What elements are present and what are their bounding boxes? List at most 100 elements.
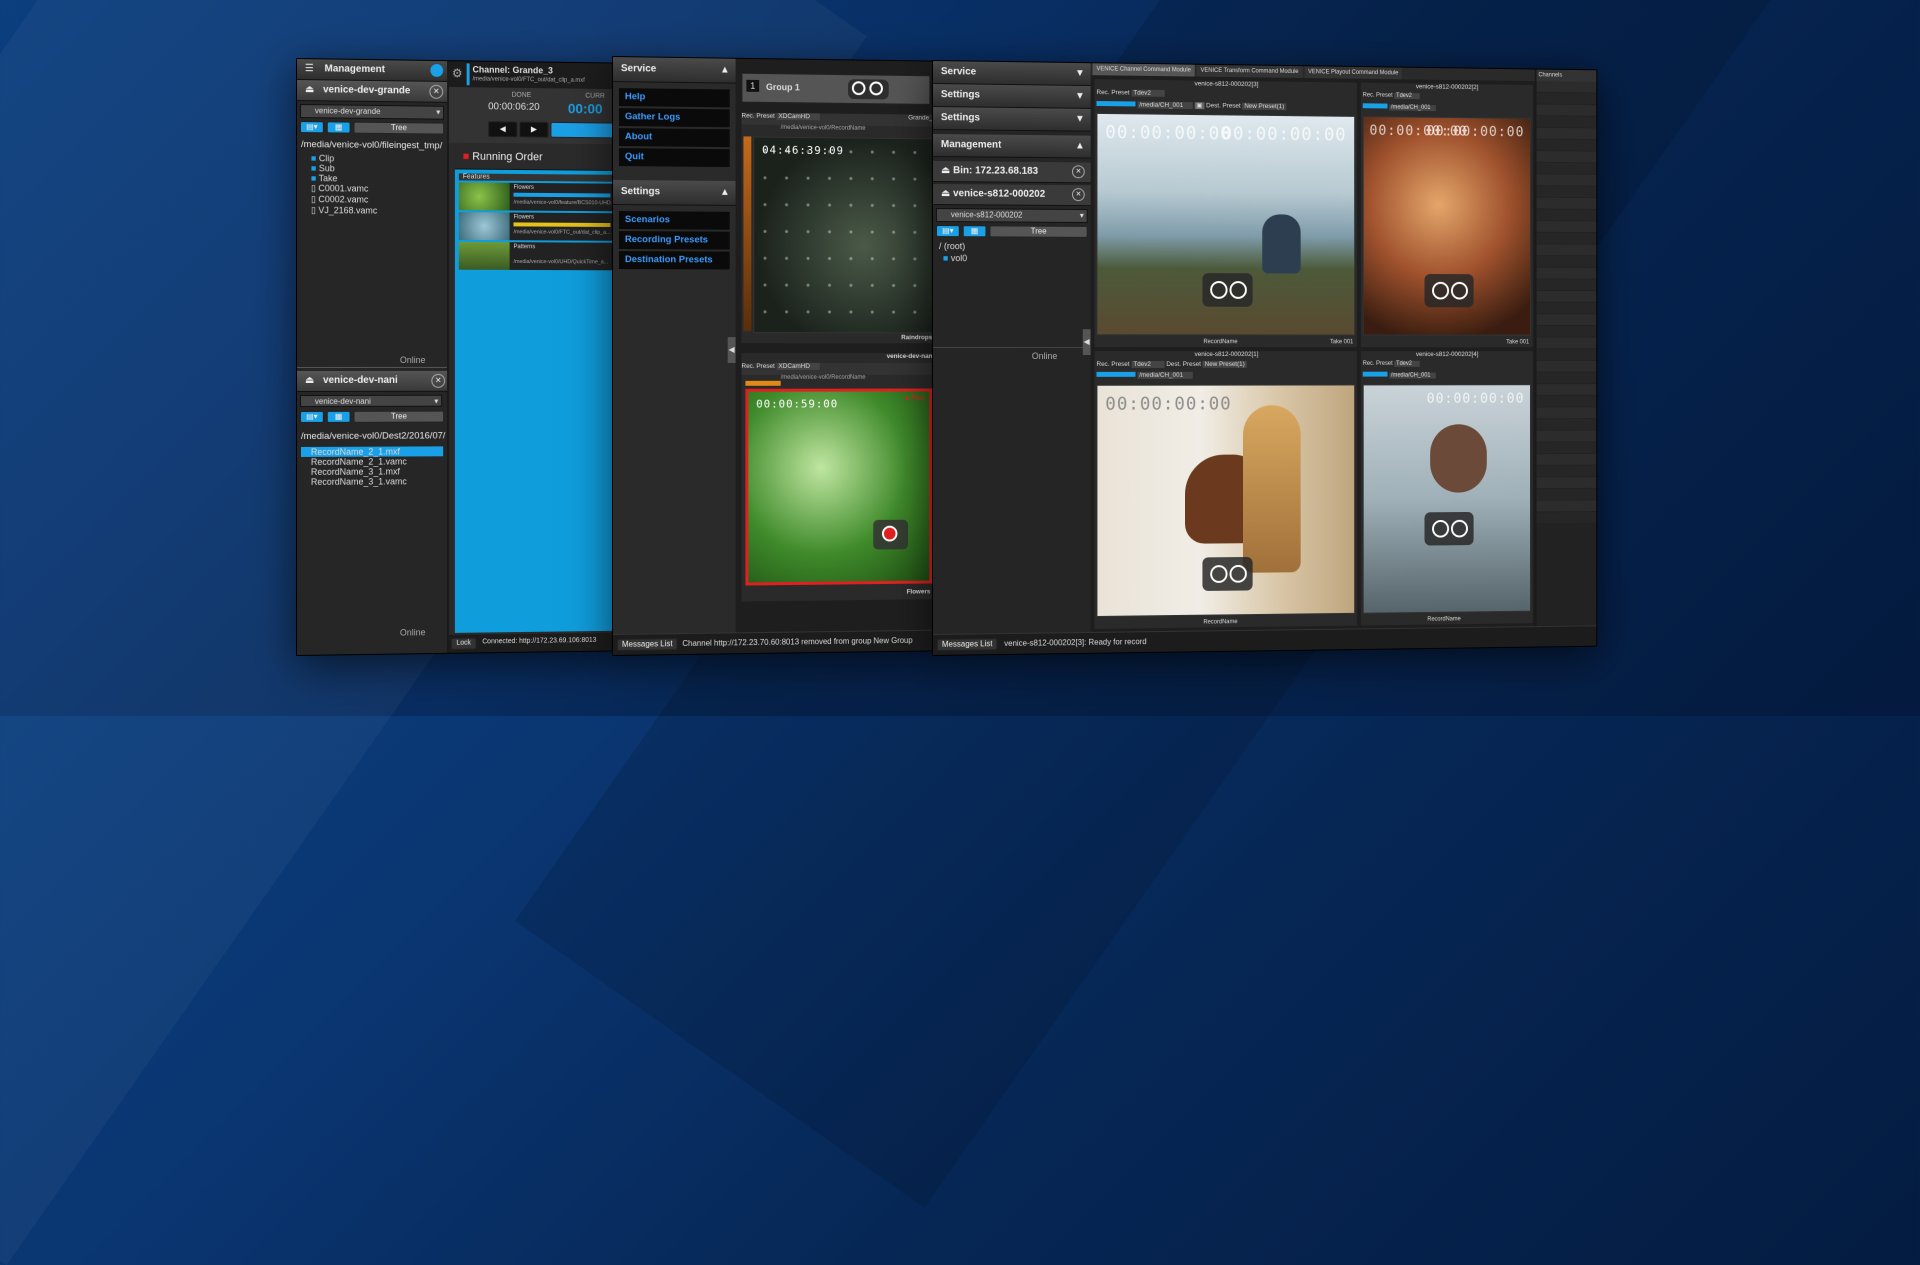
bin-select[interactable]: venice-s812-000202 ▾ [936,208,1088,223]
step-back-button[interactable]: ◀ [488,121,517,137]
bin-host-header[interactable]: ⏏ venice-s812-000202 ✕ [933,184,1091,206]
view-list-button[interactable]: ▤▾ [300,411,324,423]
tree-root[interactable]: / (root) [939,241,1085,252]
channel-row[interactable] [1537,442,1597,454]
menu-help[interactable]: Help [619,88,730,107]
monitor-toggle-icon[interactable] [1424,512,1473,546]
list-item[interactable]: ▯ VJ_2168.vamc [311,205,447,217]
channel-row[interactable] [1537,151,1597,163]
channel-row[interactable] [1537,116,1597,128]
channel-row[interactable] [1537,244,1597,256]
settings-header-2[interactable]: Settings ▼ [933,107,1091,132]
channel-row[interactable] [1537,314,1597,326]
channel-row[interactable] [1537,174,1597,186]
channel-row[interactable] [1537,93,1597,105]
channel-row[interactable] [1537,384,1597,396]
play-button[interactable]: ▶ [519,122,548,138]
tree-button[interactable]: Tree [989,225,1087,238]
service-header[interactable]: Service ▼ [933,61,1091,86]
management-header[interactable]: ☰ Management [297,59,447,82]
channel-row[interactable] [1537,500,1597,512]
channel-row[interactable] [1537,396,1597,408]
channel-row[interactable] [1537,104,1597,116]
view-list-button[interactable]: ▤▾ [300,121,324,133]
tab-transform-command[interactable]: VENICE Transform Command Module [1197,65,1303,78]
menu-scenarios[interactable]: Scenarios [619,211,730,230]
folder-icon[interactable]: ▣ [1195,102,1205,109]
menu-recording-presets[interactable]: Recording Presets [619,231,730,250]
menu-about[interactable]: About [619,128,730,147]
close-icon[interactable]: ✕ [1072,188,1085,201]
channel-row[interactable] [1537,338,1597,350]
view-grid-button[interactable]: ▦ [327,411,351,423]
management-header[interactable]: Management ▲ [933,134,1091,158]
action-button[interactable] [550,122,620,139]
tab-playout-command[interactable]: VENICE Playout Command Module [1304,66,1402,79]
record-button[interactable] [873,520,908,550]
close-icon[interactable]: ✕ [429,85,443,99]
channel-row[interactable] [1537,291,1597,303]
bin2-header[interactable]: ⏏ venice-dev-nani ✕ [297,371,447,392]
channel-row[interactable] [1537,198,1597,210]
channel-row[interactable] [1537,303,1597,315]
close-icon[interactable]: ✕ [1072,165,1085,178]
channel-row[interactable] [1537,279,1597,291]
refresh-icon[interactable] [430,64,443,77]
channel-row[interactable] [1537,431,1597,443]
channel-row[interactable] [1537,349,1597,361]
menu-quit[interactable]: Quit [619,148,730,167]
channel-row[interactable] [1537,512,1597,524]
settings-header[interactable]: Settings ▼ [933,84,1091,109]
messages-list-button[interactable]: Messages List [617,638,678,651]
collapse-handle[interactable]: ◀ [1083,329,1091,355]
tab-channel-command[interactable]: VENICE Channel Command Module [1093,63,1195,76]
channel-row[interactable] [1537,419,1597,431]
ro-item[interactable]: Patterns /media/venice-vol0/UHD/QuickTim… [459,242,616,270]
list-item-selected[interactable]: RecordName_2_1.mxf [301,446,443,457]
channel-row[interactable] [1537,489,1597,501]
channel-row[interactable] [1537,128,1597,140]
ro-item[interactable]: Flowers /media/venice-vol0/feature/BCS01… [459,182,616,211]
menu-destination-presets[interactable]: Destination Presets [619,251,730,269]
channel-row[interactable] [1537,477,1597,489]
monitor-toggle-icon[interactable] [1424,274,1473,307]
monitor-toggle-icon[interactable] [1202,273,1252,307]
channel-row[interactable] [1537,233,1597,245]
channel-row[interactable] [1537,326,1597,338]
gear-icon[interactable]: ⚙ [452,66,463,80]
tree-button[interactable]: Tree [354,411,445,423]
ro-item[interactable]: Flowers /media/venice-vol0/FTC_out/dat_c… [459,212,616,241]
bin-ip-header[interactable]: ⏏ Bin: 172.23.68.183 ✕ [933,161,1091,183]
service-header[interactable]: Service ▲ [613,57,736,84]
list-item[interactable]: RecordName_3_1.vamc [301,476,443,487]
channel-row[interactable] [1537,139,1597,151]
close-icon[interactable]: ✕ [431,374,445,388]
view-grid-button[interactable]: ▦ [963,225,987,237]
messages-list-button[interactable]: Messages List [937,638,997,651]
channel-row[interactable] [1537,361,1597,373]
channel-row[interactable] [1537,221,1597,233]
channel-row[interactable] [1537,256,1597,268]
bin1-select[interactable]: venice-dev-grande ▾ [300,104,444,120]
channel-row[interactable] [1537,186,1597,198]
channel-row[interactable] [1537,163,1597,175]
menu-gather-logs[interactable]: Gather Logs [619,108,730,127]
monitor-toggle-icon[interactable] [1202,557,1252,591]
tree-button[interactable]: Tree [354,122,445,135]
channel-row[interactable] [1537,373,1597,385]
channel-row[interactable] [1537,454,1597,466]
view-grid-button[interactable]: ▦ [327,121,351,133]
view-list-button[interactable]: ▤▾ [936,225,960,237]
channel-row[interactable] [1537,81,1597,93]
collapse-handle[interactable]: ◀ [728,337,736,363]
group-monitor-icon[interactable] [848,79,889,99]
bin1-header[interactable]: ⏏ venice-dev-grande ✕ [297,80,447,103]
bin2-select[interactable]: venice-dev-nani ▾ [300,395,442,407]
channel-row[interactable] [1537,209,1597,221]
tree-node-vol0[interactable]: ■ vol0 [943,253,1081,264]
lock-button[interactable]: Lock [451,638,476,650]
channel-row[interactable] [1537,268,1597,280]
channel-row[interactable] [1537,466,1597,478]
channel-row[interactable] [1537,407,1597,419]
settings-header[interactable]: Settings ▲ [613,180,736,206]
